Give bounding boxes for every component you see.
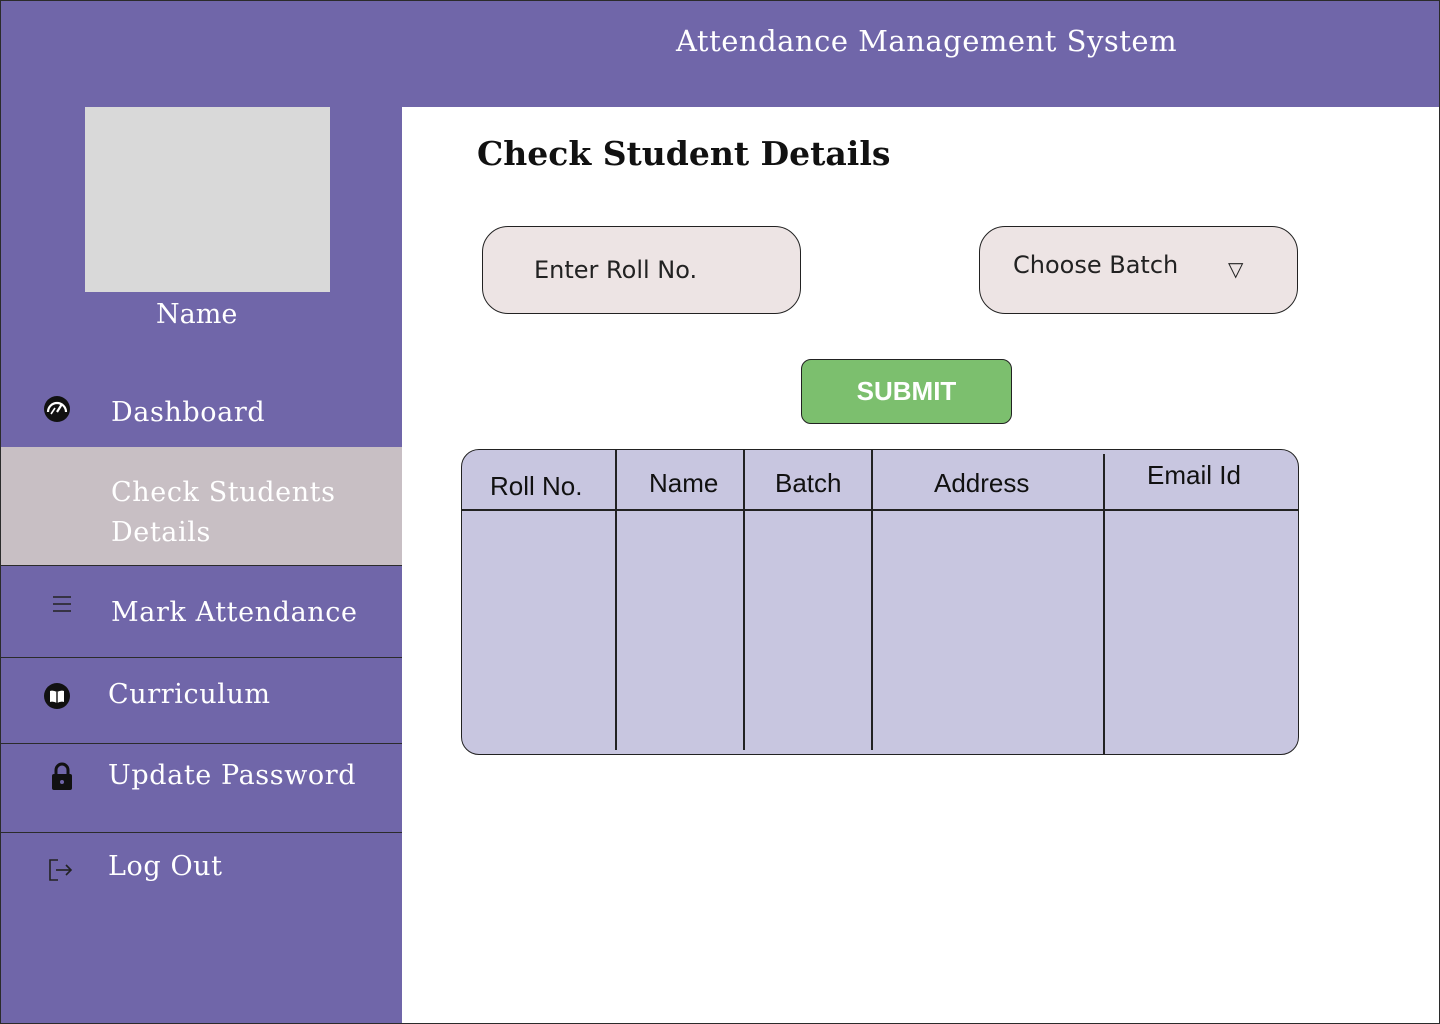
column-header-address: Address [934, 468, 1030, 498]
table-header-divider [462, 509, 1298, 511]
sidebar-item-label: Update Password [108, 760, 357, 791]
menu-icon [46, 588, 78, 620]
sidebar-item-label: Curriculum [108, 679, 271, 710]
chevron-down-icon: ▽ [1228, 259, 1244, 281]
column-header-email-id: Email Id [1147, 460, 1241, 490]
sidebar-item-label: Dashboard [111, 397, 266, 428]
submit-button[interactable]: SUBMIT [801, 359, 1012, 424]
sidebar-item-label: Log Out [108, 851, 223, 882]
avatar [85, 107, 330, 292]
main-content: Check Student Details Choose Batch ▽ SUB… [402, 107, 1439, 1023]
sidebar-item-label: Check Students Details [111, 477, 336, 548]
sidebar-item-curriculum[interactable]: Curriculum [1, 658, 402, 743]
column-header-roll-no: Roll No. [490, 471, 583, 501]
lock-icon [46, 760, 78, 792]
sidebar-item-dashboard[interactable]: Dashboard [1, 390, 402, 447]
column-divider [1103, 454, 1105, 754]
column-divider [615, 450, 617, 750]
sidebar-item-check-students-details[interactable]: Check Students Details [1, 447, 402, 565]
page-title: Check Student Details [477, 134, 891, 173]
batch-select[interactable]: Choose Batch ▽ [979, 226, 1298, 314]
sidebar-item-label: Mark Attendance [111, 597, 358, 628]
logout-icon [44, 854, 76, 886]
column-header-batch: Batch [775, 468, 842, 498]
batch-select-value: Choose Batch [1013, 251, 1179, 279]
sidebar-item-update-password[interactable]: Update Password [1, 744, 402, 832]
column-divider [743, 450, 745, 750]
column-header-name: Name [649, 468, 719, 498]
sidebar-item-mark-attendance[interactable]: Mark Attendance [1, 566, 402, 657]
column-divider [871, 450, 873, 750]
user-name: Name [156, 299, 238, 330]
book-icon [41, 680, 73, 712]
dashboard-icon [41, 393, 73, 425]
sidebar-item-log-out[interactable]: Log Out [1, 833, 402, 913]
app-title: Attendance Management System [676, 24, 1178, 58]
student-details-table: Roll No. Name Batch Address Email Id [461, 449, 1299, 755]
roll-number-input[interactable] [482, 226, 801, 314]
